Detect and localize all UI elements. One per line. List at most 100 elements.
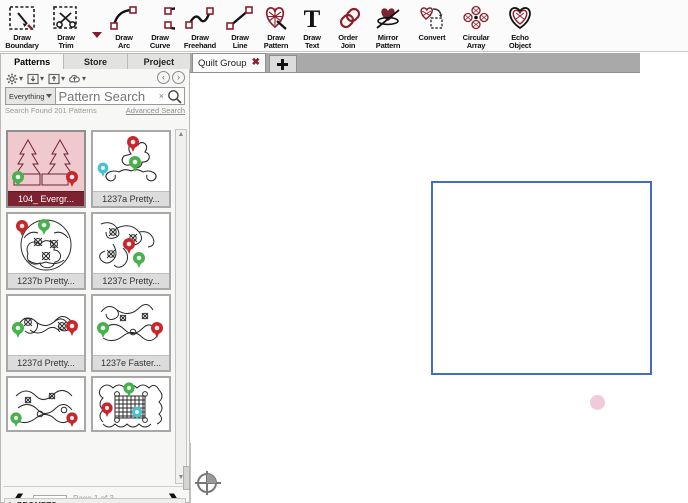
gear-icon bbox=[5, 72, 18, 85]
pattern-card-6[interactable] bbox=[6, 376, 86, 432]
pattern-thumbnail bbox=[93, 132, 169, 191]
export-button[interactable]: ▾ bbox=[47, 72, 65, 85]
draw-trim-icon bbox=[49, 3, 83, 33]
tool-label: Convert bbox=[408, 34, 456, 42]
chevron-down-icon: ▾ bbox=[82, 74, 86, 83]
pattern-card-7[interactable] bbox=[91, 376, 171, 432]
tool-label: DrawFreehand bbox=[176, 34, 224, 50]
chevron-down-icon bbox=[92, 32, 102, 38]
design-canvas[interactable] bbox=[190, 73, 688, 503]
pattern-thumbnail bbox=[8, 296, 84, 355]
svg-text:T: T bbox=[304, 6, 321, 31]
tool-draw-trim[interactable]: DrawTrim bbox=[44, 0, 88, 52]
tool-label: DrawText bbox=[292, 34, 332, 50]
pattern-thumbnail bbox=[93, 378, 169, 430]
tool-mirror-pattern[interactable]: MirrorPattern bbox=[366, 0, 410, 52]
pattern-card-1[interactable]: 1237a Pretty... bbox=[91, 130, 171, 208]
tab-store[interactable]: Store bbox=[63, 53, 127, 69]
new-tab-button[interactable] bbox=[269, 55, 297, 72]
chevron-down-icon: ▾ bbox=[61, 74, 65, 83]
crosshair-target-icon bbox=[194, 469, 222, 497]
nav-back-button[interactable]: ‹ bbox=[157, 71, 170, 84]
magnifier-icon[interactable] bbox=[165, 88, 184, 104]
tool-draw-curve[interactable]: DrawCurve bbox=[142, 0, 178, 52]
tool-draw-freehand[interactable]: DrawFreehand bbox=[178, 0, 222, 52]
tool-label: DrawArc bbox=[104, 34, 144, 50]
pattern-name: 104_ Evergr... bbox=[8, 191, 84, 206]
pattern-grid-scrollbar[interactable]: ▲ ▼ bbox=[175, 129, 187, 484]
draw-arc-icon bbox=[107, 3, 141, 33]
tool-label: DrawBoundary bbox=[0, 34, 46, 50]
tool-draw-text[interactable]: T DrawText bbox=[294, 0, 330, 52]
app-window: DrawBoundary DrawTrim bbox=[0, 0, 688, 503]
pattern-card-2[interactable]: 1237b Pretty... bbox=[6, 212, 86, 290]
reference-marker-dot[interactable] bbox=[590, 395, 605, 410]
tool-label: DrawPattern bbox=[256, 34, 296, 50]
search-result-count: Search Found 201 Patterns bbox=[5, 106, 97, 115]
pattern-thumbnail bbox=[8, 214, 84, 273]
tool-echo-object[interactable]: EchoObject bbox=[498, 0, 542, 52]
draw-boundary-icon bbox=[5, 3, 39, 33]
tool-draw-line[interactable]: DrawLine bbox=[222, 0, 258, 52]
tool-draw-boundary[interactable]: DrawBoundary bbox=[0, 0, 44, 52]
mirror-pattern-icon bbox=[371, 3, 405, 33]
pattern-card-3[interactable]: 1237c Pretty... bbox=[91, 212, 171, 290]
pattern-grid-wrap: 104_ Evergr... bbox=[5, 129, 187, 484]
cloud-icon bbox=[68, 72, 81, 85]
pattern-name: 1237e Faster... bbox=[93, 355, 169, 370]
main-toolbar: DrawBoundary DrawTrim bbox=[0, 0, 688, 52]
tool-label: DrawLine bbox=[220, 34, 260, 50]
search-scope-dropdown[interactable]: Everything bbox=[6, 88, 56, 104]
tool-circular-array[interactable]: CircularArray bbox=[454, 0, 498, 52]
tab-project[interactable]: Project bbox=[127, 53, 191, 69]
advanced-search-link[interactable]: Advanced Search bbox=[126, 106, 185, 115]
tool-label: CircularArray bbox=[452, 34, 500, 50]
draw-text-icon: T bbox=[295, 3, 329, 33]
nav-forward-button[interactable]: › bbox=[172, 71, 185, 84]
close-icon[interactable]: ✖ bbox=[252, 58, 260, 68]
pattern-card-4[interactable]: 1237d Pretty... bbox=[6, 294, 86, 372]
panel-icon-row: ▾ ▾ bbox=[1, 69, 189, 86]
chevron-down-icon bbox=[46, 94, 52, 98]
tool-draw-pattern[interactable]: DrawPattern bbox=[258, 0, 294, 52]
clear-search-button[interactable]: × bbox=[158, 88, 165, 104]
pattern-grid: 104_ Evergr... bbox=[5, 129, 172, 484]
draw-freehand-icon bbox=[183, 3, 217, 33]
pattern-name: 1237b Pretty... bbox=[8, 273, 84, 288]
pattern-name: 1237a Pretty... bbox=[93, 191, 169, 206]
quilt-group-boundary[interactable] bbox=[431, 181, 652, 375]
circular-array-icon bbox=[459, 3, 493, 33]
pattern-card-5[interactable]: 1237e Faster... bbox=[91, 294, 171, 372]
pattern-thumbnail bbox=[93, 214, 169, 273]
cloud-button[interactable]: ▾ bbox=[68, 72, 86, 85]
search-bar: Everything × bbox=[5, 87, 185, 105]
patterns-panel-body: ▾ ▾ bbox=[0, 69, 190, 503]
draw-line-icon bbox=[223, 3, 257, 33]
document-tab-strip: Quilt Group ✖ bbox=[190, 53, 640, 73]
tab-patterns[interactable]: Patterns bbox=[0, 53, 64, 69]
pattern-thumbnail bbox=[8, 132, 84, 191]
tool-label: EchoObject bbox=[496, 34, 544, 50]
tool-convert[interactable]: Convert bbox=[410, 0, 454, 52]
chevron-down-icon: ▾ bbox=[40, 74, 44, 83]
pattern-thumbnail bbox=[93, 296, 169, 355]
tool-order-join[interactable]: OrderJoin bbox=[330, 0, 366, 52]
plus-icon bbox=[277, 59, 288, 70]
settings-button[interactable]: ▾ bbox=[5, 72, 23, 85]
pattern-card-0[interactable]: 104_ Evergr... bbox=[6, 130, 86, 208]
export-icon bbox=[47, 72, 60, 85]
scroll-up-icon[interactable]: ▲ bbox=[178, 130, 185, 140]
panel-tab-bar: Patterns Store Project bbox=[0, 53, 190, 69]
tab-quilt-group[interactable]: Quilt Group ✖ bbox=[192, 53, 266, 72]
search-input[interactable] bbox=[56, 88, 157, 104]
pattern-name: 1237d Pretty... bbox=[8, 355, 84, 370]
tool-label: DrawCurve bbox=[140, 34, 180, 50]
import-button[interactable]: ▾ bbox=[26, 72, 44, 85]
prompts-scrollbar[interactable] bbox=[183, 466, 190, 490]
tool-draw-arc[interactable]: DrawArc bbox=[106, 0, 142, 52]
chevron-down-icon: ▾ bbox=[19, 74, 23, 83]
echo-object-icon bbox=[503, 3, 537, 33]
tab-label: Quilt Group bbox=[198, 58, 247, 69]
draw-curve-icon bbox=[143, 3, 177, 33]
convert-icon bbox=[415, 3, 449, 33]
